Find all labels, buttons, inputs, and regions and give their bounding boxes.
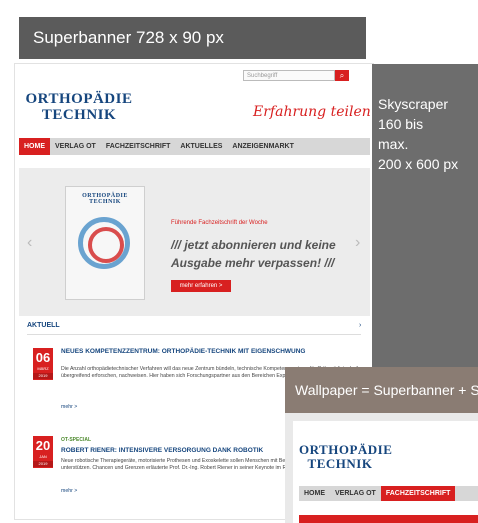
news-date-badge: 20 JAN 2019 xyxy=(33,436,53,468)
search-button[interactable]: ⌕ xyxy=(335,70,349,81)
news-day: 06 xyxy=(35,350,51,365)
nav-home[interactable]: HOME xyxy=(299,486,330,501)
site-logo: ORTHOPÄDIE TECHNIK xyxy=(299,442,393,471)
nav-home[interactable]: HOME xyxy=(19,138,50,155)
news-headline[interactable]: ROBERT RIENER: INTENSIVERE VERSORGUNG DA… xyxy=(61,447,321,455)
skyscraper-label-line: max. xyxy=(378,136,409,152)
news-day: 20 xyxy=(35,438,51,453)
news-section-title: AKTUELL xyxy=(27,322,60,329)
wallpaper-red-strip xyxy=(299,515,478,523)
nav-aktuelles[interactable]: AKTUELLES xyxy=(175,138,227,155)
magazine-cover[interactable]: ORTHOPÄDIE TECHNIK xyxy=(65,186,145,300)
slider-prev-icon[interactable]: ‹ xyxy=(27,234,32,252)
news-month: JAN xyxy=(39,454,47,459)
promo-headline-2: Ausgabe mehr verpassen! /// xyxy=(171,256,335,270)
news-more-link[interactable]: mehr > xyxy=(61,488,77,494)
skyscraper-label-line: 200 x 600 px xyxy=(378,156,459,172)
logo-line2: TECHNIK xyxy=(307,455,373,471)
nav-verlag-ot[interactable]: VERLAG OT xyxy=(330,486,381,501)
news-month: MÄRZ xyxy=(37,366,49,371)
news-year: 2019 xyxy=(33,461,53,467)
site-tagline: Erfahrung teilen xyxy=(253,104,371,120)
chevron-right-icon[interactable]: › xyxy=(359,322,361,329)
wallpaper-site-preview: ORTHOPÄDIE TECHNIK HOME VERLAG OT FACHZE… xyxy=(293,421,478,523)
news-more-link[interactable]: mehr > xyxy=(61,404,77,410)
nav-fachzeitschrift[interactable]: FACHZEITSCHRIFT xyxy=(101,138,176,155)
site-logo[interactable]: ORTHOPÄDIE TECHNIK xyxy=(19,91,139,124)
skyscraper-label-line: Skyscraper xyxy=(378,96,449,112)
hero-slider: ‹ ORTHOPÄDIE TECHNIK Führende Fachzeitsc… xyxy=(19,168,370,316)
skyscraper-label-line: 160 bis xyxy=(378,116,424,132)
promo-button[interactable]: mehr erfahren > xyxy=(171,280,231,292)
slider-next-icon[interactable]: › xyxy=(355,234,360,252)
search-input[interactable]: Suchbegriff xyxy=(243,70,335,81)
main-nav: HOME VERLAG OT FACHZEITSCHRIFT xyxy=(299,486,478,501)
wallpaper-ad-slot: Wallpaper = Superbanner + Skyscraper ORT… xyxy=(285,367,478,523)
main-nav: HOME VERLAG OT FACHZEITSCHRIFT AKTUELLES… xyxy=(19,138,370,155)
nav-anzeigenmarkt[interactable]: ANZEIGENMARKT xyxy=(227,138,298,155)
logo-line1: ORTHOPÄDIE xyxy=(299,442,393,457)
logo-line2: TECHNIK xyxy=(41,106,117,123)
divider xyxy=(27,334,361,335)
news-year: 2019 xyxy=(33,373,53,379)
nav-fachzeitschrift[interactable]: FACHZEITSCHRIFT xyxy=(380,486,456,501)
wallpaper-label: Wallpaper = Superbanner + Skyscraper xyxy=(295,382,478,398)
superbanner-ad-slot: Superbanner 728 x 90 px xyxy=(19,17,366,59)
nav-verlag-ot[interactable]: VERLAG OT xyxy=(50,138,101,155)
news-date-badge: 06 MÄRZ 2019 xyxy=(33,348,53,380)
news-category-badge: OT-SPECIAL xyxy=(61,437,92,443)
promo-headline-1: /// jetzt abonnieren und keine xyxy=(171,238,336,252)
logo-line1: ORTHOPÄDIE xyxy=(25,91,133,107)
news-headline[interactable]: NEUES KOMPETENZZENTRUM: ORTHOPÄDIE-TECHN… xyxy=(61,348,321,356)
cover-title: ORTHOPÄDIE TECHNIK xyxy=(82,193,128,206)
wallpaper-banner: Wallpaper = Superbanner + Skyscraper xyxy=(285,367,478,413)
cover-graphic-inner xyxy=(88,227,124,263)
superbanner-label: Superbanner 728 x 90 px xyxy=(33,28,224,47)
promo-kicker: Führende Fachzeitschrift der Woche xyxy=(171,220,268,226)
search-icon: ⌕ xyxy=(339,71,345,80)
